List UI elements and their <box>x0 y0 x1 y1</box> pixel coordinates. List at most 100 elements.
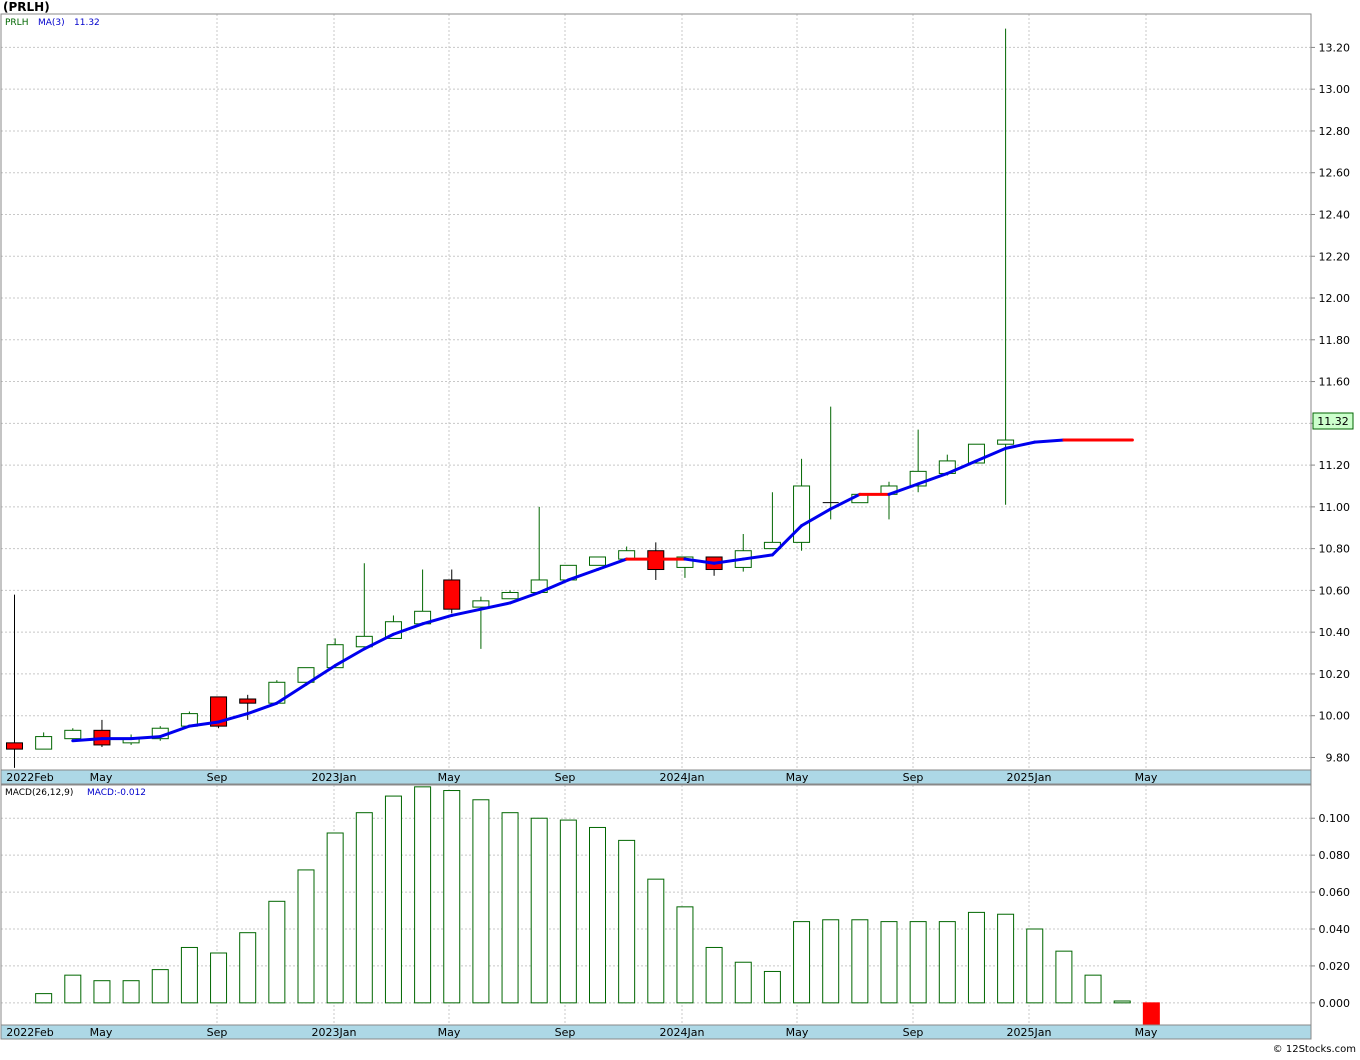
macd-bar <box>1142 1002 1160 1026</box>
macd-bar <box>35 993 53 1004</box>
x-tick-label: Sep <box>207 1026 228 1039</box>
candle-body <box>239 698 257 704</box>
legend-ticker: PRLH <box>5 18 28 28</box>
macd-bar <box>268 900 286 1004</box>
last-price-tag-text: 11.32 <box>1317 415 1349 428</box>
macd-bar <box>997 913 1015 1004</box>
macd-bar <box>734 961 752 1004</box>
macd-bar <box>1084 974 1102 1004</box>
price-y-tick-label: 13.20 <box>1319 41 1351 54</box>
macd-y-tick-label: 0.080 <box>1319 849 1351 862</box>
x-tick-label: 2022Feb <box>6 1026 53 1039</box>
x-tick-label: May <box>90 1026 113 1039</box>
price-y-tick-label: 12.40 <box>1319 208 1351 221</box>
candle-body <box>35 736 53 750</box>
macd-bar <box>938 921 956 1004</box>
macd-bar <box>1113 1000 1131 1004</box>
macd-bar <box>122 980 140 1004</box>
ma-segment <box>129 735 162 741</box>
price-y-tick-label: 12.00 <box>1319 292 1351 305</box>
x-tick-label: May <box>90 771 113 784</box>
candle-body <box>501 591 519 600</box>
price-y-tick-label: 10.40 <box>1319 626 1351 639</box>
x-tick-label: 2023Jan <box>312 1026 357 1039</box>
price-y-tick-label: 9.80 <box>1326 751 1351 764</box>
macd-bar <box>763 970 781 1004</box>
macd-bar <box>967 911 985 1004</box>
x-tick-label: Sep <box>207 771 228 784</box>
x-tick-label: May <box>786 1026 809 1039</box>
macd-bar <box>501 812 519 1004</box>
copyright-text: © 12Stocks.com <box>1273 1044 1356 1055</box>
macd-bar <box>64 974 82 1004</box>
macd-bar <box>414 786 432 1004</box>
price-y-tick-label: 10.00 <box>1319 710 1351 723</box>
price-x-axis-band <box>0 769 1312 785</box>
price-y-tick-label: 10.60 <box>1319 584 1351 597</box>
macd-bar <box>909 921 927 1004</box>
x-tick-label: 2025Jan <box>1007 771 1052 784</box>
macd-bar <box>589 826 606 1004</box>
price-y-tick-label: 12.80 <box>1319 125 1351 138</box>
macd-bar <box>93 980 111 1004</box>
price-y-tick-label: 12.60 <box>1319 167 1351 180</box>
price-y-tick-label: 10.80 <box>1319 543 1351 556</box>
price-y-tick-label: 10.20 <box>1319 668 1351 681</box>
macd-y-tick-label: 0.000 <box>1319 997 1351 1010</box>
macd-y-tick-label: 0.100 <box>1319 812 1351 825</box>
macd-y-tick-label: 0.020 <box>1319 960 1351 973</box>
macd-bar <box>210 952 228 1004</box>
x-tick-label: May <box>438 1026 461 1039</box>
macd-bar <box>326 832 344 1004</box>
macd-bar <box>297 869 315 1004</box>
candle-body <box>472 600 490 608</box>
x-tick-label: Sep <box>555 771 576 784</box>
macd-bar <box>180 946 198 1004</box>
x-tick-label: 2024Jan <box>660 1026 705 1039</box>
macd-bar <box>530 817 548 1004</box>
macd-x-axis-band <box>0 1024 1312 1040</box>
macd-bar <box>676 906 694 1004</box>
macd-bar <box>1055 950 1073 1004</box>
price-y-tick-label: 11.80 <box>1319 334 1351 347</box>
macd-bar <box>443 790 461 1004</box>
macd-bar <box>355 812 373 1004</box>
macd-y-tick-label: 0.060 <box>1319 886 1351 899</box>
ma-segment <box>1033 438 1066 444</box>
price-y-tick-label: 11.00 <box>1319 501 1351 514</box>
x-tick-label: Sep <box>555 1026 576 1039</box>
macd-bar <box>880 921 898 1004</box>
candle-body <box>589 556 606 566</box>
x-tick-label: May <box>438 771 461 784</box>
legend-ma-label: MA(3) <box>38 18 65 28</box>
macd-bar <box>559 819 577 1004</box>
macd-bar <box>151 969 169 1004</box>
x-tick-label: Sep <box>903 771 924 784</box>
macd-bar <box>647 878 665 1004</box>
macd-bar <box>793 921 811 1004</box>
price-y-tick-label: 13.00 <box>1319 83 1351 96</box>
macd-bar <box>472 799 490 1004</box>
macd-bar <box>705 946 723 1004</box>
macd-bar <box>239 932 257 1004</box>
macd-bar <box>618 839 636 1004</box>
price-y-tick-label: 11.20 <box>1319 459 1351 472</box>
x-tick-label: May <box>1135 1026 1158 1039</box>
candle-body <box>64 729 82 740</box>
x-tick-label: 2024Jan <box>660 771 705 784</box>
macd-y-tick-label: 0.040 <box>1319 923 1351 936</box>
x-tick-label: May <box>1135 771 1158 784</box>
macd-bar <box>851 919 869 1004</box>
stock-chart-panel: 9.80 10.00 10.20 10.40 10.60 10.80 11.00 11.20 1… <box>0 0 1360 1056</box>
legend-ma-value: 11.32 <box>74 18 100 28</box>
macd-bar <box>384 795 402 1004</box>
x-tick-label: 2023Jan <box>312 771 357 784</box>
x-tick-label: 2025Jan <box>1007 1026 1052 1039</box>
legend-macd-value: MACD:-0.012 <box>87 788 146 798</box>
price-y-tick-label: 11.60 <box>1319 376 1351 389</box>
candle-body <box>443 579 461 610</box>
chart-title: (PRLH) <box>3 0 50 14</box>
ma-segment <box>71 737 104 743</box>
candle-body <box>6 742 23 750</box>
x-tick-label: May <box>786 771 809 784</box>
